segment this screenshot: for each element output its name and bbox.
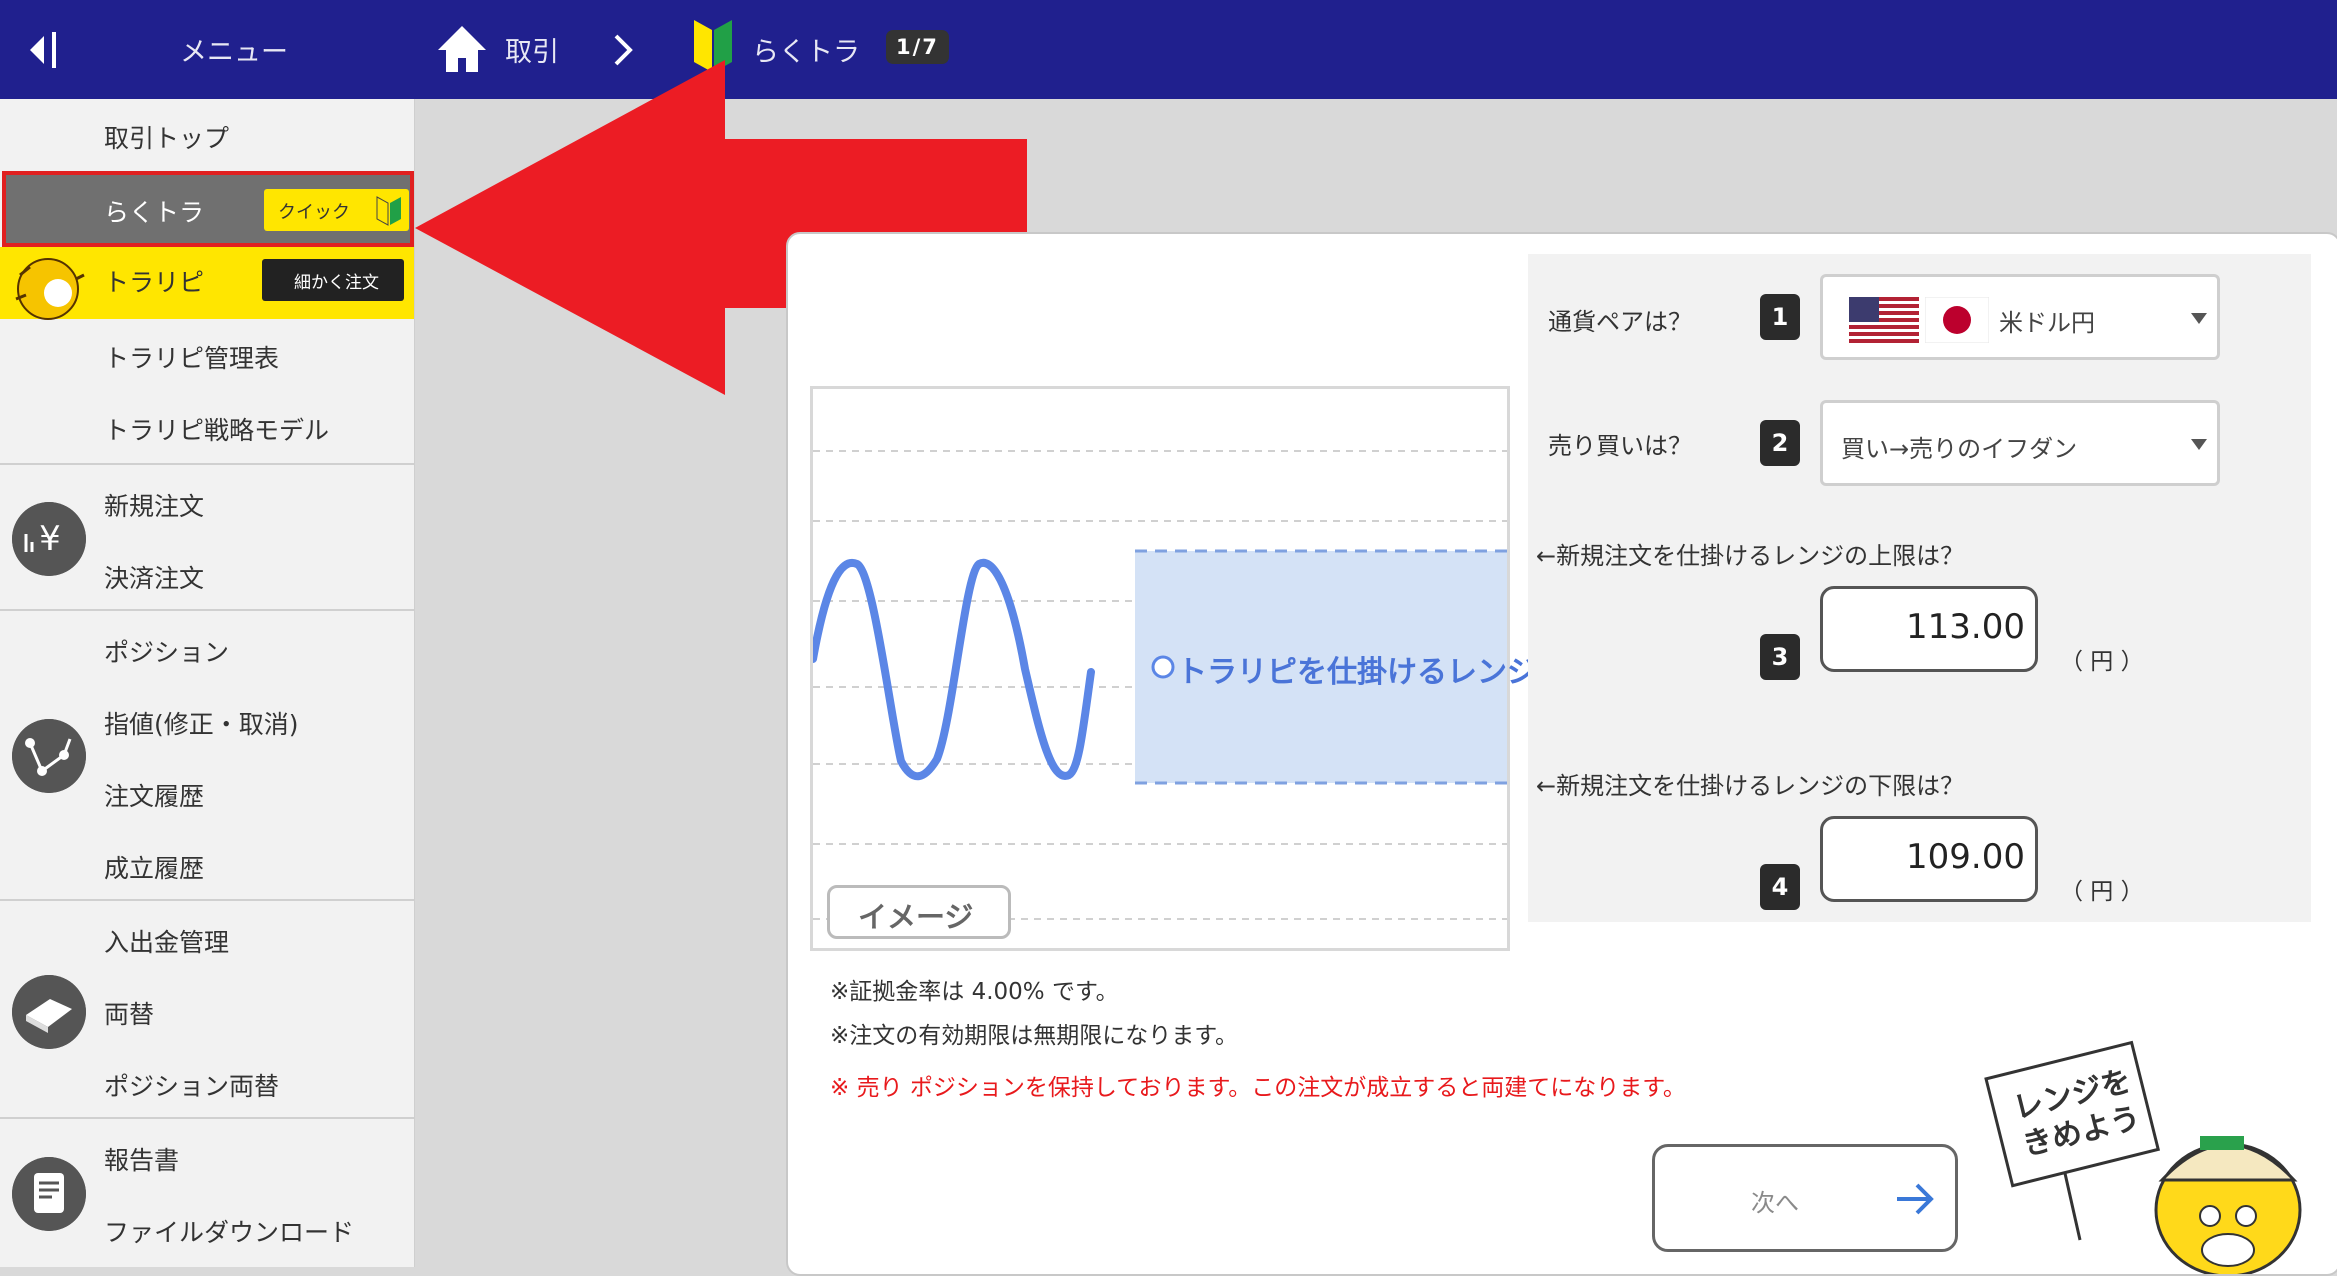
- margin-rate-note: ※証拠金率は 4.00% です。: [830, 979, 1119, 1005]
- unit-label: （ 円 ）: [2060, 649, 2144, 675]
- hedge-warning: ※ 売り ポジションを保持しております。この注文が成立すると両建てになります。: [830, 1075, 1686, 1101]
- side-question: 売り買いは？: [1548, 432, 1692, 460]
- step-badge: 2: [1760, 420, 1800, 466]
- sidebar-item-execution-history[interactable]: 成立履歴: [0, 829, 414, 901]
- sidebar-item-label: ポジション両替: [104, 1072, 280, 1101]
- price-wave: [813, 558, 1095, 781]
- lower-limit-question: ←新規注文を仕掛けるレンジの下限は？: [1536, 772, 1965, 800]
- sidebar-item-label: らくトラ: [104, 198, 205, 227]
- upper-limit-question: ←新規注文を仕掛けるレンジの上限は？: [1536, 542, 1965, 570]
- sidebar-item-trarip-table[interactable]: トラリピ管理表: [0, 319, 414, 391]
- top-bar: メニュー 取引 らくトラ 1/7: [0, 0, 2337, 99]
- sidebar-item-trade-top[interactable]: 取引トップ: [0, 99, 414, 171]
- arrow-right-icon: [1897, 1183, 1934, 1215]
- sidebar-item-new-order[interactable]: 新規注文: [0, 467, 414, 539]
- sidebar-item-label: ポジション: [104, 638, 230, 667]
- range-marker: [1151, 655, 1175, 679]
- sidebar-divider: [0, 463, 414, 465]
- sidebar-item-file-download[interactable]: ファイルダウンロード: [0, 1193, 414, 1265]
- jp-flag-icon: [1925, 297, 1989, 343]
- sidebar-item-label: ファイルダウンロード: [104, 1218, 355, 1247]
- step-badge: 4: [1760, 864, 1800, 910]
- range-label: トラリピを仕掛けるレンジ: [1177, 655, 1537, 690]
- order-form-panel: 通貨ペアは？ 1 米ドル円 売り買いは？ 2 買い→売りのイフダン ←新規注文を…: [1528, 254, 2311, 922]
- unit-label: （ 円 ）: [2060, 879, 2144, 905]
- step-badge: 1: [1760, 294, 1800, 340]
- step-badge: 3: [1760, 634, 1800, 680]
- image-tag: イメージ: [827, 885, 1011, 939]
- sidebar-item-label: トラリピ管理表: [104, 344, 280, 373]
- sidebar-item-label: 両替: [104, 1000, 155, 1029]
- chevron-down-icon: [2191, 439, 2207, 450]
- detail-badge: 細かく注文: [262, 259, 404, 301]
- lower-limit-input[interactable]: 109.00: [1820, 816, 2038, 902]
- sidebar-item-order-history[interactable]: 注文履歴: [0, 757, 414, 829]
- sidebar-item-label: 取引トップ: [104, 124, 230, 153]
- sidebar-divider: [0, 609, 414, 611]
- sidebar-item-label: 注文履歴: [104, 782, 205, 811]
- detail-badge-label: 細かく注文: [294, 273, 379, 293]
- sidebar-item-rakutora[interactable]: らくトラ クイック: [2, 171, 414, 247]
- side-select[interactable]: 買い→売りのイフダン: [1820, 400, 2220, 486]
- order-card: トラリピを仕掛けるレンジ イメージ 通貨ペアは？ 1 米ドル円 売り買いは？ 2…: [786, 232, 2337, 1276]
- sidebar-item-position[interactable]: ポジション: [0, 613, 414, 685]
- sidebar-divider: [0, 899, 414, 901]
- us-flag-icon: [1849, 297, 1919, 343]
- side-value: 買い→売りのイフダン: [1841, 435, 2078, 463]
- step-indicator: 1/7: [886, 30, 949, 64]
- sidebar-item-label: 新規注文: [104, 492, 205, 521]
- lower-limit-value: 109.00: [1906, 837, 2025, 877]
- quick-badge-label: クイック: [278, 202, 350, 223]
- sidebar-item-label: 報告書: [104, 1146, 180, 1175]
- sidebar-item-settle-order[interactable]: 決済注文: [0, 539, 414, 611]
- beginner-leaf-icon: [376, 196, 401, 226]
- next-button[interactable]: 次へ: [1652, 1144, 1958, 1252]
- upper-limit-value: 113.00: [1906, 607, 2025, 647]
- sidebar: 取引トップ らくトラ クイック トラリピ 細かく注文 トラリピ管理表 トラリピ戦…: [0, 99, 415, 1267]
- sidebar-item-report[interactable]: 報告書: [0, 1121, 414, 1193]
- currency-pair-value: 米ドル円: [1999, 309, 2095, 337]
- sidebar-item-trarip[interactable]: トラリピ 細かく注文: [0, 247, 414, 320]
- sidebar-item-label: 成立履歴: [104, 854, 205, 883]
- sidebar-item-label: 指値(修正・取消): [104, 710, 299, 739]
- sidebar-item-limit-order[interactable]: 指値(修正・取消): [0, 685, 414, 757]
- upper-limit-input[interactable]: 113.00: [1820, 586, 2038, 672]
- range-image-chart: トラリピを仕掛けるレンジ イメージ: [810, 386, 1537, 951]
- sidebar-item-label: 入出金管理: [104, 928, 230, 957]
- pair-question: 通貨ペアは？: [1548, 308, 1692, 336]
- image-tag-label: イメージ: [858, 900, 974, 934]
- sidebar-item-label: 決済注文: [104, 564, 205, 593]
- sidebar-item-deposit[interactable]: 入出金管理: [0, 903, 414, 975]
- sidebar-item-position-exchange[interactable]: ポジション両替: [0, 1047, 414, 1119]
- tiger-mascot-sign: レンジを きめよう: [1978, 1040, 2308, 1274]
- sidebar-item-label: トラリピ: [104, 268, 205, 297]
- back-icon[interactable]: [22, 28, 62, 72]
- tiger-mascot-icon: [15, 258, 85, 320]
- sidebar-item-exchange[interactable]: 両替: [0, 975, 414, 1047]
- sidebar-item-strategy-model[interactable]: トラリピ戦略モデル: [0, 391, 414, 463]
- menu-label[interactable]: メニュー: [180, 30, 288, 69]
- expiry-note: ※注文の有効期限は無期限になります。: [830, 1023, 1238, 1049]
- sidebar-item-label: トラリピ戦略モデル: [104, 416, 330, 445]
- currency-pair-select[interactable]: 米ドル円: [1820, 274, 2220, 360]
- quick-badge: クイック: [264, 189, 409, 231]
- chevron-down-icon: [2191, 313, 2207, 324]
- sidebar-divider: [0, 1117, 414, 1119]
- next-button-label: 次へ: [1751, 1189, 1799, 1217]
